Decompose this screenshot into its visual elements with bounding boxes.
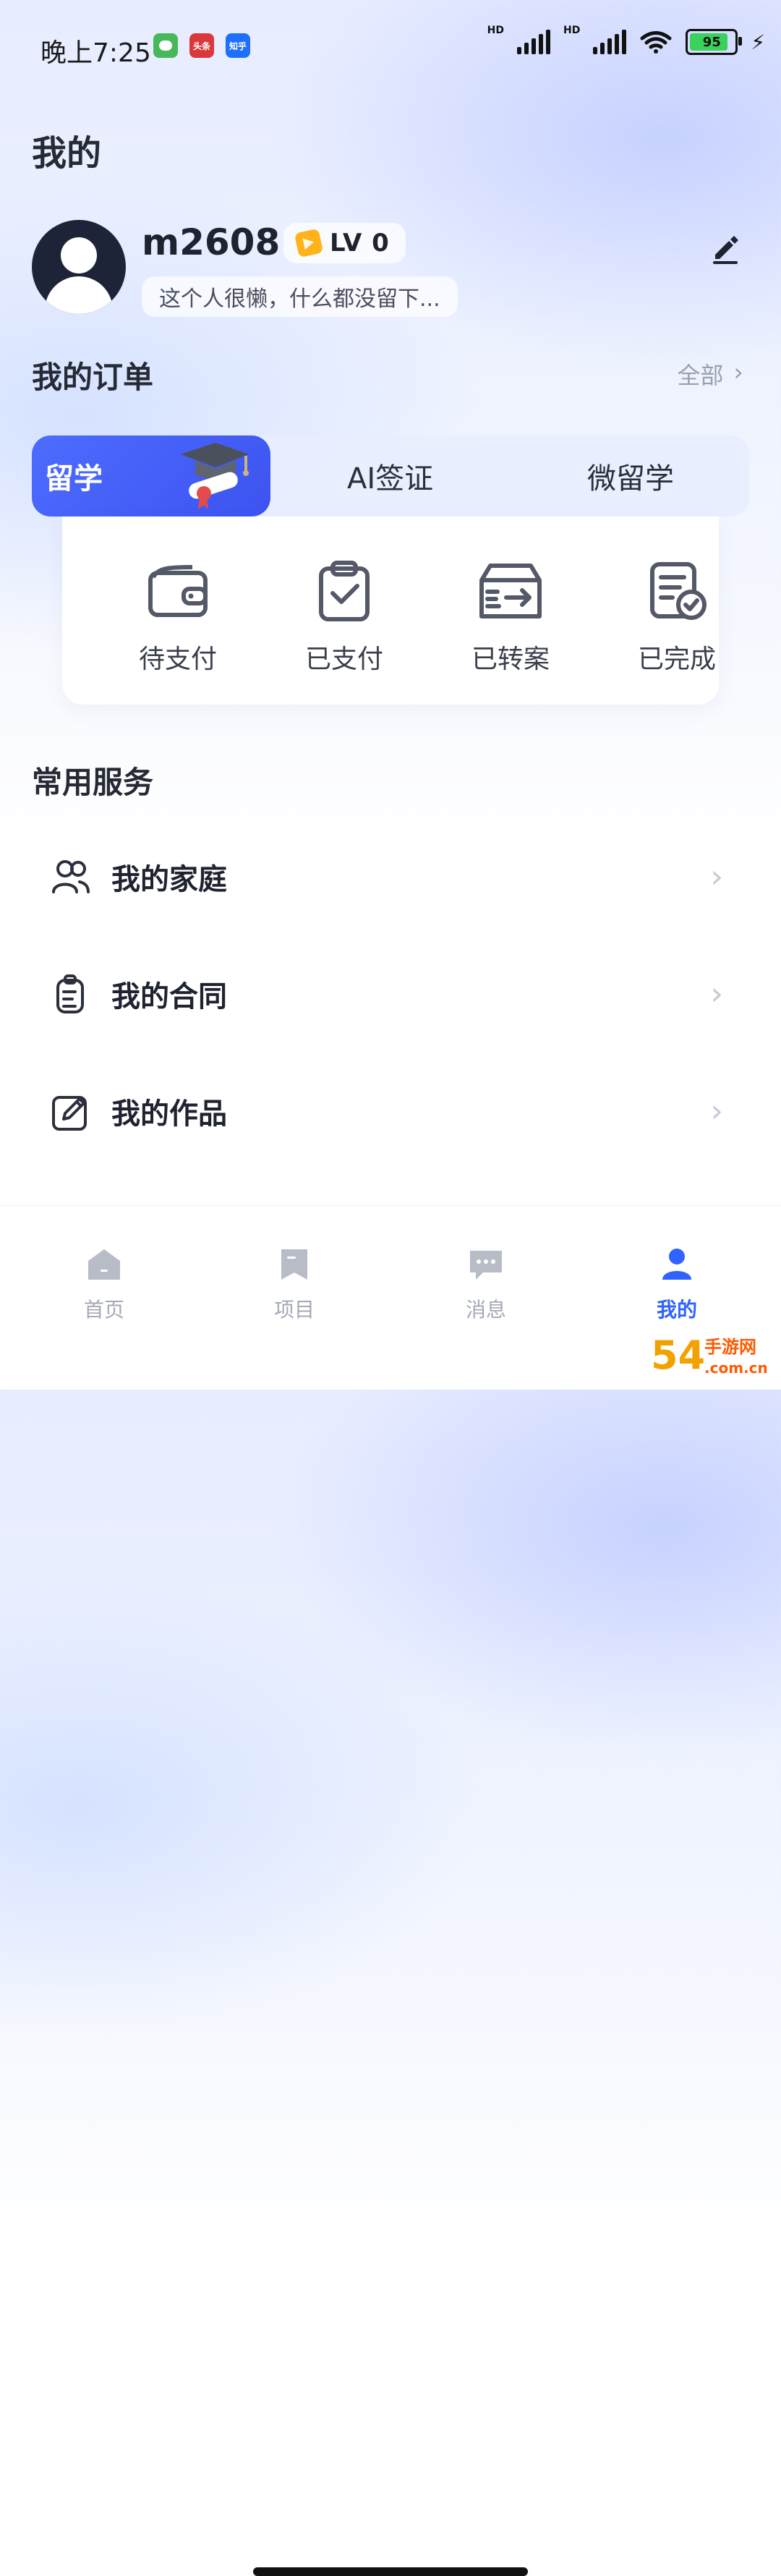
home-indicator[interactable] bbox=[253, 2567, 528, 2576]
page-title: 我的 bbox=[32, 133, 102, 174]
graduation-cap-icon bbox=[181, 443, 249, 509]
orders-view-all[interactable]: 全部 › bbox=[677, 357, 743, 391]
pencil-icon bbox=[713, 236, 738, 264]
hd-label-2: HD bbox=[563, 25, 581, 36]
service-label: 我的作品 bbox=[111, 1097, 227, 1131]
chevron-right-icon: › bbox=[710, 858, 723, 896]
order-completed[interactable]: 已完成 bbox=[597, 557, 756, 676]
nav-profile[interactable]: 我的 bbox=[619, 1245, 735, 1323]
order-status-label: 已支付 bbox=[304, 645, 383, 674]
services-title: 常用服务 bbox=[32, 765, 154, 800]
watermark-text-domain: .com.cn bbox=[704, 1359, 768, 1377]
hd-label: HD bbox=[487, 25, 504, 36]
chevron-right-icon: › bbox=[733, 358, 743, 387]
signal-icon bbox=[516, 30, 550, 54]
tab-study-abroad[interactable]: 留学 bbox=[32, 435, 270, 517]
service-label: 我的家庭 bbox=[111, 863, 227, 896]
wifi-icon bbox=[639, 30, 673, 54]
service-label: 我的合同 bbox=[111, 980, 227, 1013]
avatar-head bbox=[61, 237, 97, 273]
charging-icon: ⚡ bbox=[751, 30, 765, 54]
avatar-body bbox=[45, 276, 113, 314]
nav-projects[interactable]: 项目 bbox=[236, 1245, 352, 1323]
orders-title: 我的订单 bbox=[32, 360, 154, 395]
status-bar: 晚上7:25 头条 知乎 HD HD 95 ⚡ bbox=[0, 0, 781, 87]
nav-label: 首页 bbox=[83, 1298, 124, 1322]
nav-label: 消息 bbox=[465, 1298, 506, 1322]
service-row-contract[interactable]: 我的合同 › bbox=[32, 946, 749, 1042]
level-badge[interactable]: LV 0 bbox=[283, 223, 406, 263]
chevron-right-icon: › bbox=[710, 975, 723, 1013]
zhihu-app-icon: 知乎 bbox=[226, 33, 250, 58]
bio: 这个人很懒，什么都没留下... bbox=[142, 276, 458, 317]
site-watermark: 54 手游网 .com.cn bbox=[649, 1325, 772, 1385]
order-tabs: 留学 AI签证 微留学 bbox=[32, 435, 749, 517]
contract-icon bbox=[45, 969, 95, 1019]
level-badge-icon bbox=[294, 228, 324, 258]
user-icon bbox=[662, 1249, 691, 1280]
home-icon bbox=[88, 1249, 120, 1280]
watermark-text-site: 手游网 bbox=[704, 1337, 756, 1357]
chevron-right-icon: › bbox=[710, 1092, 723, 1130]
nav-label: 项目 bbox=[273, 1298, 315, 1322]
message-icon bbox=[470, 1251, 502, 1280]
wallet-icon bbox=[148, 565, 208, 617]
tab-ai-visa[interactable]: AI签证 bbox=[347, 435, 433, 517]
order-pending-payment[interactable]: 待支付 bbox=[98, 557, 257, 676]
tab-micro-study[interactable]: 微留学 bbox=[587, 435, 674, 517]
order-status-label: 已转案 bbox=[471, 645, 550, 674]
cat-app-icon bbox=[153, 33, 178, 58]
service-row-works[interactable]: 我的作品 › bbox=[32, 1063, 749, 1159]
clipboard-check-icon bbox=[319, 561, 370, 621]
username: m2608 bbox=[142, 221, 281, 263]
nav-home[interactable]: 首页 bbox=[46, 1245, 162, 1323]
view-all-label: 全部 bbox=[677, 362, 724, 389]
nav-label: 我的 bbox=[656, 1298, 697, 1322]
nav-messages[interactable]: 消息 bbox=[428, 1245, 544, 1323]
battery-icon: 95 bbox=[686, 29, 743, 55]
edit-work-icon bbox=[45, 1086, 95, 1136]
service-row-family[interactable]: 我的家庭 › bbox=[32, 829, 749, 924]
toutiao-app-icon: 头条 bbox=[189, 33, 214, 58]
avatar[interactable] bbox=[32, 220, 126, 314]
document-check-icon bbox=[650, 562, 707, 620]
tab-label: 留学 bbox=[45, 462, 103, 496]
edit-profile-button[interactable] bbox=[709, 231, 742, 265]
order-status-label: 已完成 bbox=[637, 645, 716, 674]
status-time: 晚上7:25 bbox=[40, 38, 151, 68]
status-right-icons: HD HD 95 ⚡ bbox=[487, 25, 765, 55]
battery-percent: 95 bbox=[702, 34, 721, 50]
order-status-card: 待支付 已支付 已转案 已完成 bbox=[62, 517, 719, 705]
order-paid[interactable]: 已支付 bbox=[265, 557, 424, 676]
family-icon bbox=[45, 851, 95, 902]
order-transferred[interactable]: 已转案 bbox=[431, 557, 590, 676]
watermark-text-main: 54 bbox=[651, 1332, 705, 1378]
order-status-label: 待支付 bbox=[138, 645, 217, 674]
level-label: LV 0 bbox=[330, 229, 390, 258]
bookmark-icon bbox=[281, 1249, 307, 1280]
transfer-box-icon bbox=[479, 564, 542, 619]
signal-icon-2 bbox=[593, 30, 627, 54]
